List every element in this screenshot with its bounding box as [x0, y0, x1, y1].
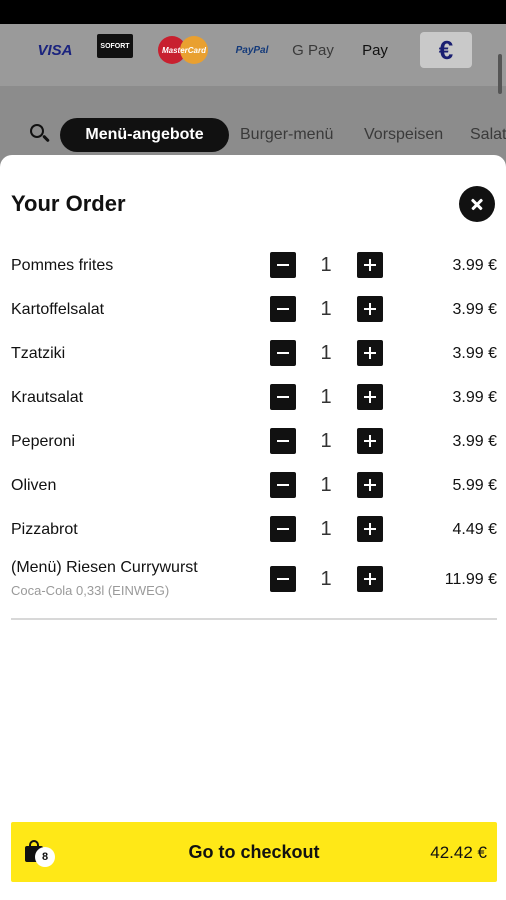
item-name: Tzatziki — [11, 345, 66, 362]
order-item: Krautsalat 1 3.99 € — [0, 375, 506, 419]
item-name: Peperoni — [11, 433, 76, 450]
visa-logo: VISA — [37, 41, 73, 59]
checkout-button[interactable]: 8 Go to checkout 42.42 € — [11, 822, 497, 882]
divider — [11, 618, 497, 620]
status-bar — [0, 0, 506, 24]
increase-button[interactable] — [357, 384, 383, 410]
google-pay-logo: G Pay — [292, 41, 334, 59]
increase-button[interactable] — [357, 566, 383, 592]
decrease-button[interactable] — [270, 516, 296, 542]
sofort-logo: SOFORT — [97, 34, 133, 58]
item-price: 3.99 € — [452, 389, 497, 406]
order-item: Pizzabrot 1 4.49 € — [0, 507, 506, 551]
checkout-total: 42.42 € — [430, 843, 487, 862]
paypal-logo: PayPal — [235, 44, 269, 56]
decrease-button[interactable] — [270, 428, 296, 454]
decrease-button[interactable] — [270, 252, 296, 278]
mastercard-logo: MasterCard — [158, 36, 210, 64]
close-icon[interactable] — [459, 186, 495, 222]
search-icon[interactable] — [28, 122, 52, 146]
payment-methods-bar: VISA SOFORT MasterCard PayPal G Pay Pay … — [0, 24, 506, 94]
order-item: (Menü) Riesen Currywurst Coca-Cola 0,33l… — [0, 555, 506, 607]
item-quantity: 1 — [320, 518, 332, 540]
item-name: (Menü) Riesen Currywurst — [11, 559, 198, 576]
tab-burger-menu[interactable]: Burger-menü — [240, 118, 333, 152]
item-name: Krautsalat — [11, 389, 84, 406]
order-item: Oliven 1 5.99 € — [0, 463, 506, 507]
increase-button[interactable] — [357, 296, 383, 322]
increase-button[interactable] — [357, 472, 383, 498]
item-name: Pommes frites — [11, 257, 114, 274]
tab-salat[interactable]: Salat — [470, 118, 506, 152]
increase-button[interactable] — [357, 428, 383, 454]
item-quantity: 1 — [320, 254, 332, 276]
decrease-button[interactable] — [270, 340, 296, 366]
decrease-button[interactable] — [270, 296, 296, 322]
order-sheet: Your Order Pommes frites 1 3.99 € Kartof… — [0, 155, 506, 900]
decrease-button[interactable] — [270, 566, 296, 592]
scrollbar[interactable] — [498, 54, 502, 94]
item-quantity: 1 — [320, 298, 332, 320]
item-option: Coca-Cola 0,33l (EINWEG) — [11, 583, 170, 598]
item-quantity: 1 — [320, 568, 332, 590]
order-title: Your Order — [11, 191, 126, 216]
increase-button[interactable] — [357, 516, 383, 542]
item-quantity: 1 — [320, 386, 332, 408]
item-quantity: 1 — [320, 342, 332, 364]
increase-button[interactable] — [357, 340, 383, 366]
tab-vorspeisen[interactable]: Vorspeisen — [364, 118, 443, 152]
order-item: Pommes frites 1 3.99 € — [0, 243, 506, 287]
item-name: Kartoffelsalat — [11, 301, 105, 318]
item-price: 3.99 € — [452, 433, 497, 450]
apple-pay-logo: Pay — [362, 41, 388, 59]
item-price: 4.49 € — [452, 521, 497, 538]
item-price: 5.99 € — [452, 477, 497, 494]
increase-button[interactable] — [357, 252, 383, 278]
mastercard-label: MasterCard — [161, 45, 206, 55]
order-item: Tzatziki 1 3.99 € — [0, 331, 506, 375]
item-quantity: 1 — [320, 474, 332, 496]
item-price: 11.99 € — [444, 571, 497, 588]
item-price: 3.99 € — [452, 257, 497, 274]
order-item: Peperoni 1 3.99 € — [0, 419, 506, 463]
item-price: 3.99 € — [452, 301, 497, 318]
item-quantity: 1 — [320, 430, 332, 452]
tab-menu-angebote[interactable]: Menü-angebote — [60, 118, 229, 152]
checkout-label: Go to checkout — [188, 842, 320, 862]
euro-cash-logo: € — [420, 32, 472, 68]
decrease-button[interactable] — [270, 384, 296, 410]
item-name: Oliven — [11, 477, 57, 494]
decrease-button[interactable] — [270, 472, 296, 498]
item-name: Pizzabrot — [11, 521, 78, 538]
order-item: Kartoffelsalat 1 3.99 € — [0, 287, 506, 331]
item-price: 3.99 € — [452, 345, 497, 362]
category-nav: Menü-angebote Burger-menü Vorspeisen Sal… — [0, 118, 506, 152]
